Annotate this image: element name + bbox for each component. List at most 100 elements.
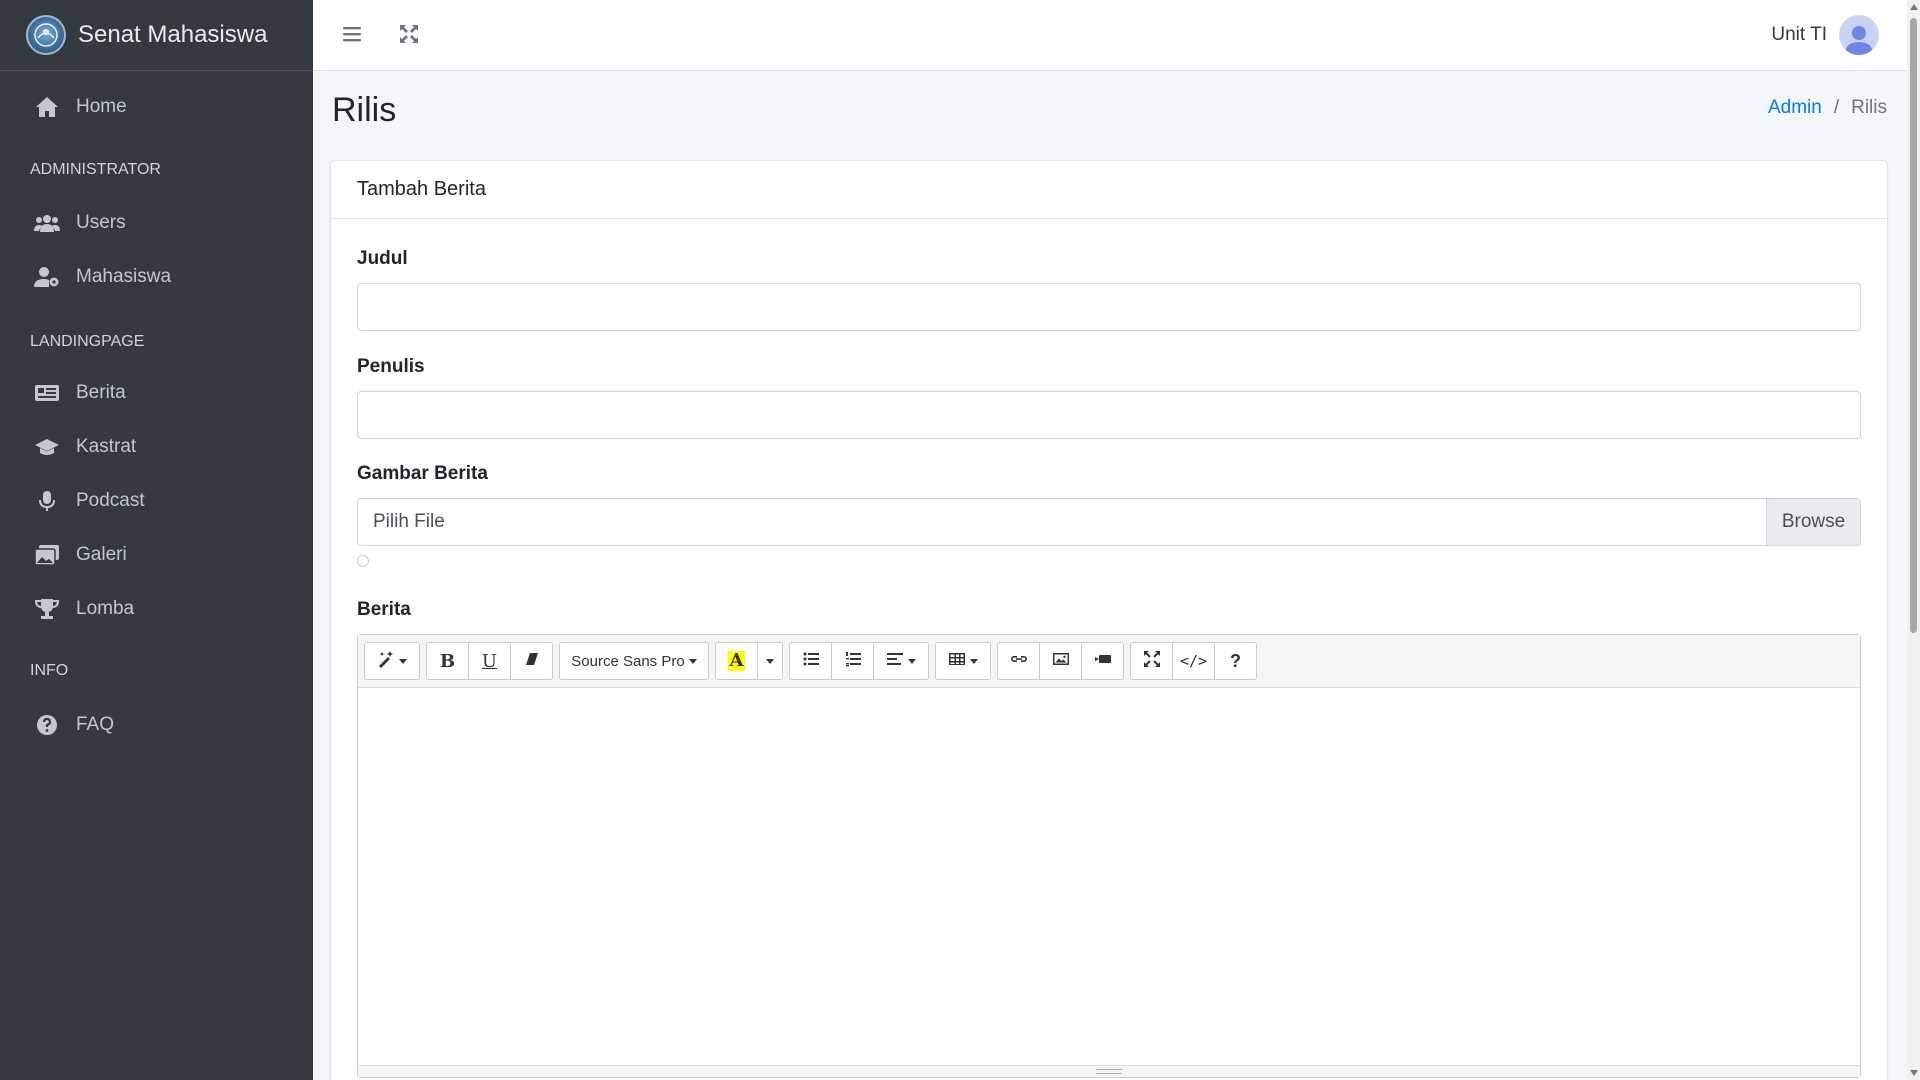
picture-icon [1052,650,1070,673]
sidebar-item-users[interactable]: Users [0,196,313,250]
link-button[interactable] [997,642,1040,680]
scroll-down-arrow-icon[interactable] [1910,1070,1918,1076]
expand-icon [398,23,420,50]
sidebar-item-lomba[interactable]: Lomba [0,582,313,636]
help-icon: ? [1230,650,1241,671]
user-menu[interactable]: Unit TI [1771,15,1879,55]
underline-icon: U [481,650,498,672]
code-view-button[interactable]: </> [1172,642,1215,680]
fullscreen-editor-button[interactable] [1130,642,1173,680]
editor-toolbar: B U Source Sans Pro A </> ? [358,635,1860,688]
sidebar-item-kastrat[interactable]: Kastrat [0,420,313,474]
sidebar-item-label: Podcast [76,490,145,511]
sidebar: Senat Mahasiswa Home ADMINISTRATOR Users… [0,0,313,1080]
rich-text-editor: B U Source Sans Pro A </> ? [357,634,1861,1078]
images-icon [33,543,61,567]
fullscreen-button[interactable] [395,22,423,50]
sidebar-item-label: Users [76,212,126,233]
avatar [1839,15,1879,55]
sidebar-item-label: Lomba [76,598,135,619]
sidebar-item-faq[interactable]: FAQ [0,698,313,752]
video-button[interactable] [1081,642,1124,680]
nav-header-administrator: ADMINISTRATOR [30,161,161,178]
judul-input[interactable] [357,283,1861,331]
caret-icon [908,658,916,664]
question-circle-icon [33,713,61,737]
font-family-dropdown[interactable]: Source Sans Pro [559,642,709,680]
bold-icon: B [439,650,456,672]
resize-grip-icon [1096,1069,1122,1074]
user-name: Unit TI [1771,24,1827,45]
editor-content-area[interactable] [358,688,1860,1065]
sidebar-item-label: FAQ [76,714,115,735]
brand-name: Senat Mahasiswa [78,21,268,48]
editor-resize-handle[interactable] [358,1065,1860,1077]
newspaper-icon [33,381,61,405]
breadcrumb-admin-link[interactable]: Admin [1768,97,1822,119]
underline-button[interactable]: U [468,642,511,680]
breadcrumb: Admin / Rilis [1768,97,1887,119]
nav-header-landingpage: LANDINGPAGE [30,333,145,350]
text-highlight-icon: A [727,650,746,671]
penulis-label: Penulis [357,356,425,377]
link-icon [1010,650,1028,673]
nav-header-info: INFO [30,662,69,679]
penulis-input[interactable] [357,391,1861,439]
gambar-berita-file-input[interactable]: Pilih File Browse [357,498,1861,546]
sidebar-item-label: Mahasiswa [76,266,172,287]
judul-label: Judul [357,248,408,269]
sidebar-item-galeri[interactable]: Galeri [0,528,313,582]
browse-button[interactable]: Browse [1766,499,1860,545]
page-title: Rilis [332,91,397,129]
picture-button[interactable] [1039,642,1082,680]
text-color-button[interactable]: A [715,642,758,680]
list-ol-icon [844,650,862,673]
brand-link[interactable]: Senat Mahasiswa [0,0,313,71]
eraser-icon [523,650,541,673]
paragraph-align-button[interactable] [873,642,929,680]
sidebar-toggle-button[interactable] [338,22,366,50]
align-left-icon [886,650,904,673]
image-preview-placeholder [357,555,369,567]
sidebar-item-label: Home [76,96,127,117]
bold-button[interactable]: B [426,642,469,680]
microphone-icon [33,489,61,513]
caret-icon [399,658,407,664]
breadcrumb-current: Rilis [1851,97,1887,118]
sidebar-item-podcast[interactable]: Podcast [0,474,313,528]
sidebar-item-berita[interactable]: Berita [0,366,313,420]
expand-icon [1143,650,1161,673]
graduation-cap-icon [33,435,61,459]
sidebar-item-label: Galeri [76,544,127,565]
trophy-icon [33,597,61,621]
page-scrollbar[interactable] [1907,0,1920,1080]
scroll-up-arrow-icon[interactable] [1910,4,1918,10]
gambar-berita-label: Gambar Berita [357,463,488,484]
brand-logo [26,15,66,55]
sidebar-item-mahasiswa[interactable]: Mahasiswa [0,250,313,304]
table-icon [948,650,966,673]
help-button[interactable]: ? [1214,642,1257,680]
sidebar-item-label: Kastrat [76,436,137,457]
table-button[interactable] [935,642,991,680]
color-dropdown-button[interactable] [757,642,783,680]
sidebar-item-home[interactable]: Home [0,80,313,134]
topbar: Unit TI [313,0,1907,71]
magic-icon [377,650,395,673]
home-icon [33,95,61,119]
unordered-list-button[interactable] [789,642,832,680]
berita-label: Berita [357,599,411,620]
font-family-value: Source Sans Pro [571,652,685,670]
user-cog-icon [33,265,61,289]
ordered-list-button[interactable] [831,642,874,680]
caret-icon [688,658,697,664]
card-title: Tambah Berita [331,161,1887,219]
caret-icon [970,658,978,664]
breadcrumb-separator: / [1833,97,1840,118]
clear-format-button[interactable] [510,642,553,680]
sidebar-item-label: Berita [76,382,126,403]
caret-icon [766,658,774,664]
scrollbar-thumb[interactable] [1910,18,1917,633]
code-icon: </> [1179,652,1208,670]
style-button[interactable] [364,642,420,680]
